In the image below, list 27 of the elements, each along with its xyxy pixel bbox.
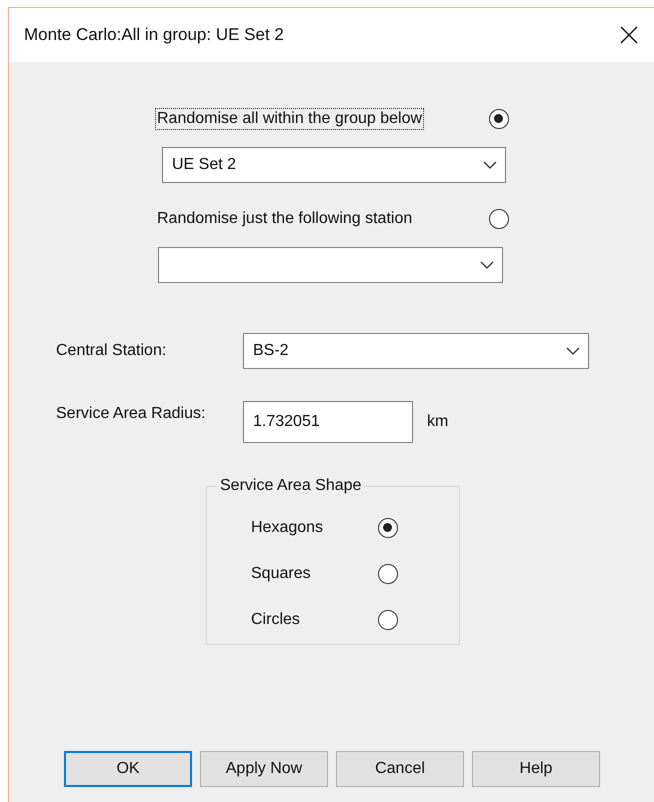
radio-label[interactable]: Circles [251,611,378,629]
dialog-button[interactable]: Apply Now [200,751,328,787]
dropdown[interactable] [158,247,503,283]
chevron-down-icon [480,261,494,269]
radio-button[interactable] [489,109,509,129]
window-title: Monte Carlo:All in group: UE Set 2 [24,25,285,45]
radio-button[interactable] [378,610,398,630]
radio-button[interactable] [489,209,509,229]
dropdown[interactable]: BS-2 [243,333,589,369]
radio-label[interactable]: Randomise all within the group below [155,108,424,130]
dialog-button[interactable]: OK [64,751,192,787]
chevron-down-icon [566,347,580,355]
radio-button[interactable] [378,518,398,538]
unit-label: km [427,413,448,431]
radio-button[interactable] [378,564,398,584]
field-label: Central Station: [56,342,168,360]
dropdown[interactable]: UE Set 2 [162,147,506,183]
input-field[interactable]: 1.732051 [243,401,413,443]
dialog-button[interactable]: Help [472,751,600,787]
radio-label[interactable]: Squares [251,565,378,583]
close-icon[interactable] [620,26,638,44]
chevron-down-icon [483,161,497,169]
radio-label[interactable]: Randomise just the following station [155,208,414,230]
radio-label[interactable]: Hexagons [251,519,378,537]
group-title: Service Area Shape [219,477,362,495]
field-label: Service Area Radius: [56,405,206,423]
dialog-button[interactable]: Cancel [336,751,464,787]
